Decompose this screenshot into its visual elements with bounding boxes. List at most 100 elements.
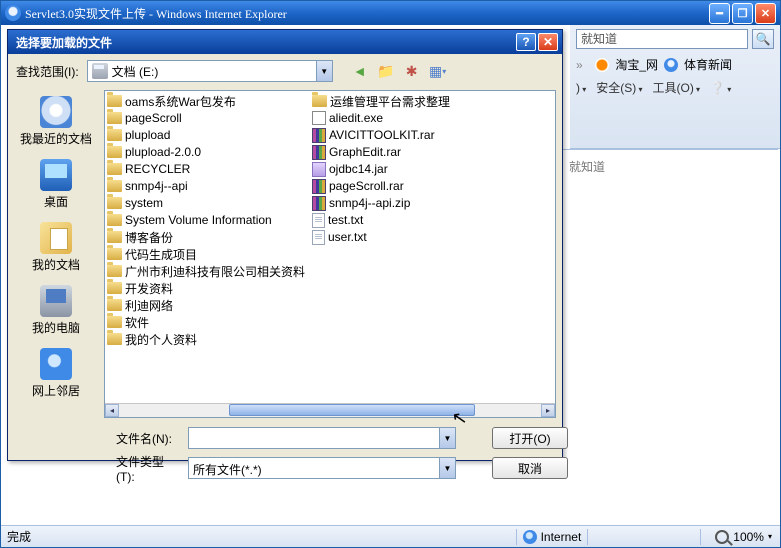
open-button[interactable]: 打开(O) bbox=[492, 427, 568, 449]
filetype-value: 所有文件(*.*) bbox=[189, 458, 439, 478]
file-item[interactable]: plupload-2.0.0 bbox=[107, 144, 312, 160]
filename-dropdown-arrow[interactable]: ▼ bbox=[439, 428, 455, 448]
folder-icon bbox=[107, 248, 122, 260]
file-item-name: oams系统War包发布 bbox=[125, 93, 236, 110]
safety-menu[interactable]: 安全(S) bbox=[596, 79, 642, 96]
filename-combo[interactable]: ▼ bbox=[188, 427, 456, 449]
file-item[interactable]: pageScroll bbox=[107, 110, 312, 126]
folder-icon bbox=[107, 282, 122, 294]
place-mydoc[interactable]: 我的文档 bbox=[14, 218, 98, 277]
filename-label: 文件名(N): bbox=[116, 430, 180, 447]
folder-icon bbox=[107, 214, 122, 226]
tool-row: ) 安全(S) 工具(O) ❔ bbox=[570, 76, 780, 99]
new-folder-icon[interactable]: ✱ bbox=[403, 62, 421, 80]
file-item[interactable]: 代码生成项目 bbox=[107, 246, 312, 262]
file-item[interactable]: snmp4j--api bbox=[107, 178, 312, 194]
minimize-button[interactable]: ━ bbox=[709, 3, 730, 24]
file-item[interactable]: 我的个人资料 bbox=[107, 331, 312, 347]
file-item-name: snmp4j--api.zip bbox=[329, 196, 410, 210]
file-item[interactable]: AVICITTOOLKIT.rar bbox=[312, 127, 512, 143]
file-item[interactable]: GraphEdit.rar bbox=[312, 144, 512, 160]
lookin-combo[interactable]: 文档 (E:) ▼ bbox=[87, 60, 333, 82]
dialog-titlebar: 选择要加载的文件 ? ✕ bbox=[8, 30, 562, 54]
lookin-label: 查找范围(I): bbox=[16, 63, 79, 80]
ie-toolbar-visible: 就知道 🔍 » 淘宝_网 体育新闻 ) 安全(S) 工具(O) ❔ bbox=[570, 25, 780, 149]
close-button[interactable]: ✕ bbox=[755, 3, 776, 24]
status-text: 完成 bbox=[1, 528, 510, 545]
folder-icon bbox=[107, 180, 122, 192]
horizontal-scrollbar[interactable]: ◂ ▸ bbox=[105, 403, 555, 417]
file-item[interactable]: 开发资料 bbox=[107, 280, 312, 296]
rar-icon bbox=[312, 179, 326, 194]
filetype-dropdown-arrow[interactable]: ▼ bbox=[439, 458, 455, 478]
dialog-toolbar: ◄ 📁 ✱ ▦▾ bbox=[351, 62, 447, 80]
scroll-track[interactable] bbox=[119, 404, 541, 417]
scroll-right-arrow[interactable]: ▸ bbox=[541, 404, 555, 417]
file-item-name: 软件 bbox=[125, 314, 149, 331]
place-recent[interactable]: 我最近的文档 bbox=[14, 92, 98, 151]
lookin-value: 文档 (E:) bbox=[112, 63, 316, 80]
search-input[interactable]: 就知道 bbox=[576, 29, 748, 49]
sport-icon bbox=[664, 58, 678, 72]
link-taobao[interactable]: 淘宝_网 bbox=[615, 56, 658, 73]
tools-menu[interactable]: 工具(O) bbox=[653, 79, 701, 96]
file-item[interactable]: oams系统War包发布 bbox=[107, 93, 312, 109]
file-item[interactable]: 运维管理平台需求整理 bbox=[312, 93, 512, 109]
dropdown-left[interactable]: ) bbox=[576, 81, 586, 95]
views-icon[interactable]: ▦▾ bbox=[429, 62, 447, 80]
jar-icon bbox=[312, 162, 326, 177]
ie-window: Servlet3.0实现文件上传 - Windows Internet Expl… bbox=[0, 0, 781, 548]
file-item[interactable]: snmp4j--api.zip bbox=[312, 195, 512, 211]
zoom-control[interactable]: 100% ▾ bbox=[707, 530, 780, 544]
zoom-value: 100% bbox=[733, 530, 764, 544]
filetype-label: 文件类型(T): bbox=[116, 453, 180, 484]
filetype-combo[interactable]: 所有文件(*.*) ▼ bbox=[188, 457, 456, 479]
file-item[interactable]: 广州市利迪科技有限公司相关资料 bbox=[107, 263, 312, 279]
file-item[interactable]: ojdbc14.jar bbox=[312, 161, 512, 177]
scroll-thumb[interactable] bbox=[229, 404, 475, 416]
file-item[interactable]: 软件 bbox=[107, 314, 312, 330]
file-item-name: test.txt bbox=[328, 213, 363, 227]
place-network[interactable]: 网上邻居 bbox=[14, 344, 98, 403]
file-column-2: 运维管理平台需求整理aliedit.exeAVICITTOOLKIT.rarGr… bbox=[312, 91, 512, 403]
status-zone[interactable]: Internet bbox=[523, 530, 582, 544]
filename-value bbox=[189, 428, 439, 448]
help-menu[interactable]: ❔ bbox=[710, 81, 731, 95]
search-go-button[interactable]: 🔍 bbox=[752, 29, 774, 49]
file-item-name: RECYCLER bbox=[125, 162, 190, 176]
back-icon[interactable]: ◄ bbox=[351, 62, 369, 80]
dialog-close-button[interactable]: ✕ bbox=[538, 33, 558, 51]
file-item[interactable]: RECYCLER bbox=[107, 161, 312, 177]
file-item[interactable]: system bbox=[107, 195, 312, 211]
dialog-help-button[interactable]: ? bbox=[516, 33, 536, 51]
up-one-level-icon[interactable]: 📁 bbox=[377, 62, 395, 80]
zone-text: Internet bbox=[541, 530, 582, 544]
dialog-body: 我最近的文档 桌面 我的文档 我的电脑 网上邻居 oams系统War包发布pag… bbox=[8, 88, 562, 420]
file-item[interactable]: pageScroll.rar bbox=[312, 178, 512, 194]
file-item[interactable]: System Volume Information bbox=[107, 212, 312, 228]
file-list[interactable]: oams系统War包发布pageScrollpluploadplupload-2… bbox=[104, 90, 556, 418]
folder-icon bbox=[107, 129, 122, 141]
file-item[interactable]: test.txt bbox=[312, 212, 512, 228]
dialog-title: 选择要加载的文件 bbox=[12, 34, 514, 51]
file-item[interactable]: 博客备份 bbox=[107, 229, 312, 245]
folder-icon bbox=[107, 163, 122, 175]
lookin-dropdown-arrow[interactable]: ▼ bbox=[316, 61, 332, 81]
places-bar: 我最近的文档 桌面 我的文档 我的电脑 网上邻居 bbox=[8, 88, 104, 420]
file-item-name: 广州市利迪科技有限公司相关资料 bbox=[125, 263, 305, 280]
folder-icon bbox=[107, 197, 122, 209]
file-item-name: ojdbc14.jar bbox=[329, 162, 388, 176]
maximize-button[interactable]: ❐ bbox=[732, 3, 753, 24]
file-item[interactable]: aliedit.exe bbox=[312, 110, 512, 126]
file-item-name: system bbox=[125, 196, 163, 210]
file-item[interactable]: user.txt bbox=[312, 229, 512, 245]
file-item[interactable]: plupload bbox=[107, 127, 312, 143]
scroll-left-arrow[interactable]: ◂ bbox=[105, 404, 119, 417]
cancel-button[interactable]: 取消 bbox=[492, 457, 568, 479]
link-sport[interactable]: 体育新闻 bbox=[684, 56, 732, 73]
folder-icon bbox=[107, 231, 122, 243]
file-item[interactable]: 利迪网络 bbox=[107, 297, 312, 313]
place-desktop[interactable]: 桌面 bbox=[14, 155, 98, 214]
sys-buttons: ━ ❐ ✕ bbox=[709, 3, 776, 24]
place-mycomputer[interactable]: 我的电脑 bbox=[14, 281, 98, 340]
